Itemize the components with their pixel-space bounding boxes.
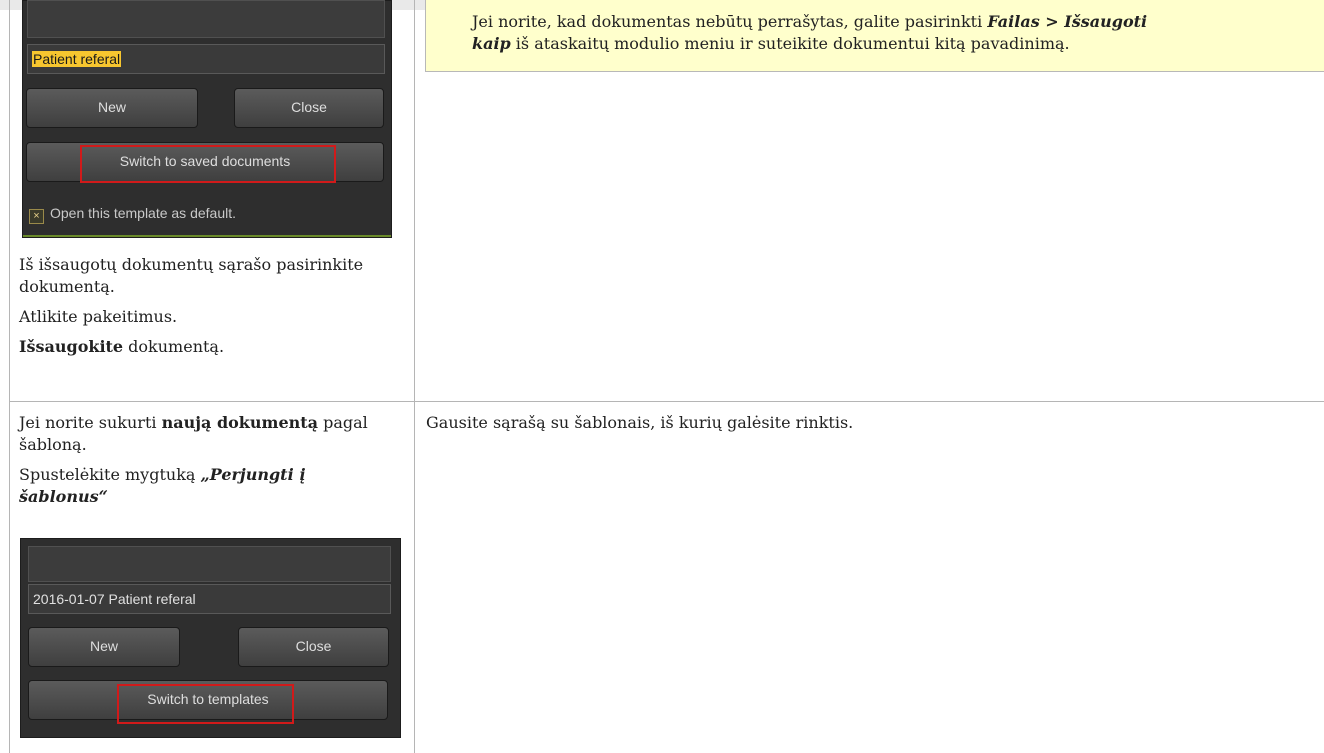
table-left-border: [9, 0, 10, 753]
table-row-divider: [9, 401, 1324, 402]
step-select-document: Iš išsaugotų dokumentų sąrašo pasirinkit…: [19, 255, 364, 296]
checkbox-label: Open this template as default.: [50, 205, 236, 221]
templates-list-note: Gausite sąrašą su šablonais, iš kurių ga…: [426, 413, 854, 432]
close-button[interactable]: Close: [238, 627, 389, 667]
note-box: Jei norite, kad dokumentas nebūtų perraš…: [425, 0, 1324, 72]
highlight-box: [80, 145, 336, 183]
row1-instructions: Iš išsaugotų dokumentų sąrašo pasirinkit…: [19, 254, 389, 366]
row2-result: Gausite sąrašą su šablonais, iš kurių ga…: [426, 412, 1306, 442]
new-button[interactable]: New: [26, 88, 198, 128]
saved-documents-panel: Patient referal New Close Switch to save…: [22, 0, 392, 238]
templates-panel: 2016-01-07 Patient referal New Close Swi…: [20, 538, 401, 738]
checkbox-checked-icon: ×: [29, 209, 44, 224]
step-make-changes: Atlikite pakeitimus.: [19, 307, 178, 326]
new-document-intro: Jei norite sukurti naują dokumentą pagal…: [19, 413, 368, 454]
document-name-field[interactable]: 2016-01-07 Patient referal: [28, 584, 391, 614]
table-column-divider: [414, 0, 415, 753]
panel-list-area: [28, 546, 391, 582]
highlight-box: [117, 684, 294, 724]
close-button[interactable]: Close: [234, 88, 384, 128]
new-button[interactable]: New: [28, 627, 180, 667]
step-save-document: Išsaugokite dokumentą.: [19, 337, 225, 356]
panel-bottom-accent: [23, 235, 391, 237]
row2-instructions: Jei norite sukurti naują dokumentą pagal…: [19, 412, 399, 516]
panel-list-area: [27, 0, 385, 38]
document-name-field[interactable]: Patient referal: [27, 44, 385, 74]
note-text: Jei norite, kad dokumentas nebūtų perraš…: [472, 12, 1148, 53]
open-as-default-checkbox[interactable]: × Open this template as default.: [29, 205, 236, 224]
click-switch-instruction: Spustelėkite mygtuką „Perjungti į šablon…: [19, 465, 306, 506]
